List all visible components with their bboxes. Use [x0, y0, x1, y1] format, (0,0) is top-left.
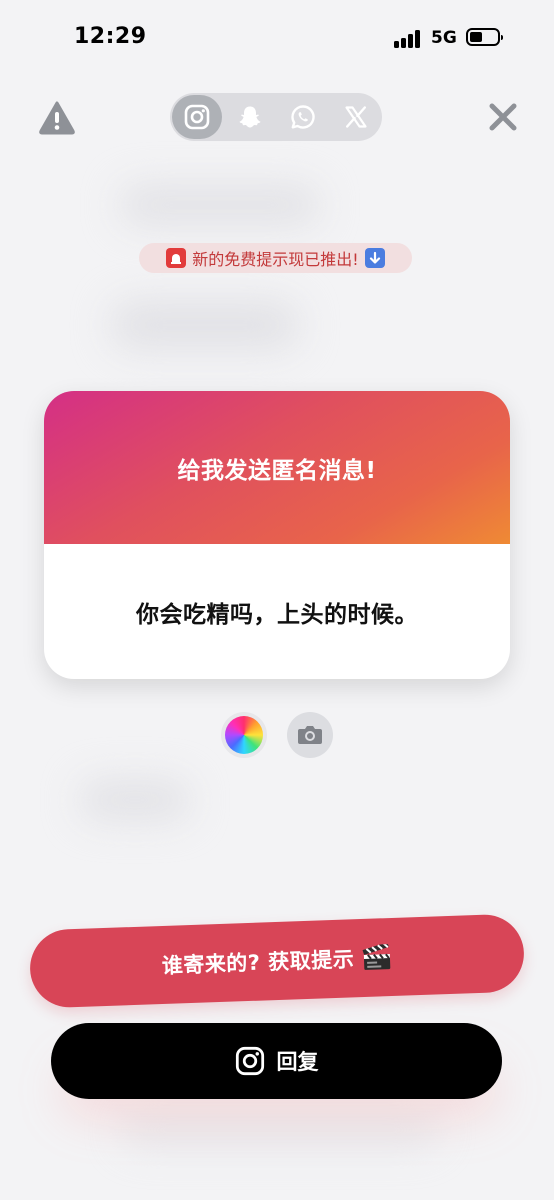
battery-icon: [466, 28, 503, 46]
instagram-icon: [235, 1046, 264, 1076]
status-time: 12:29: [74, 24, 147, 49]
share-option-x[interactable]: [329, 93, 382, 141]
share-platform-selector: [170, 93, 382, 141]
reply-button[interactable]: 回复: [51, 1023, 502, 1099]
promo-text: 新的免费提示现已推出!: [192, 250, 359, 269]
get-hint-button[interactable]: 谁寄来的? 获取提示: [28, 913, 526, 1009]
anonymous-message: 你会吃精吗，上头的时候。: [136, 601, 418, 628]
camera-icon: [298, 726, 322, 744]
background-blur: [110, 300, 300, 350]
whatsapp-icon: [290, 105, 315, 129]
x-twitter-icon: [344, 106, 367, 128]
hint-button-label: 谁寄来的? 获取提示: [161, 947, 355, 979]
background-blur: [120, 185, 320, 225]
promo-banner[interactable]: 新的免费提示现已推出!: [139, 243, 412, 273]
warning-icon: [39, 101, 75, 135]
reply-button-label: 回复: [276, 1050, 319, 1074]
siren-emoji-icon: [166, 248, 187, 268]
instagram-icon: [184, 104, 209, 130]
message-card: 给我发送匿名消息! 你会吃精吗，上头的时候。: [44, 391, 510, 679]
share-option-snapchat[interactable]: [223, 93, 276, 141]
share-option-instagram[interactable]: [170, 93, 223, 141]
signal-icon: [394, 30, 422, 48]
report-button[interactable]: [38, 100, 76, 136]
snapchat-icon: [239, 106, 260, 128]
card-body: 你会吃精吗，上头的时候。: [44, 544, 510, 679]
status-bar: 12:29 5G: [0, 0, 554, 70]
network-type: 5G: [431, 28, 457, 48]
background-blur: [80, 780, 190, 820]
color-picker-button[interactable]: [221, 712, 267, 758]
color-wheel-icon: [225, 716, 263, 754]
camera-button[interactable]: [287, 712, 333, 758]
clapperboard-icon: [362, 943, 391, 970]
share-option-whatsapp[interactable]: [276, 93, 329, 141]
card-header: 给我发送匿名消息!: [44, 391, 510, 544]
close-button[interactable]: [486, 100, 520, 134]
close-icon: [489, 103, 517, 131]
down-arrow-emoji-icon: [364, 248, 385, 268]
card-title: 给我发送匿名消息!: [177, 457, 377, 484]
